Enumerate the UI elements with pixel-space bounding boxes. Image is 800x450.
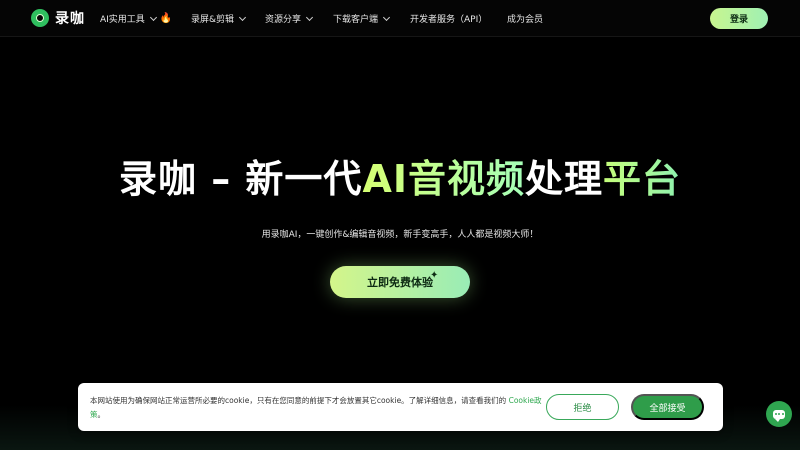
nav-item-label: 成为会员: [507, 15, 544, 25]
logo-text: 录咖: [55, 11, 85, 27]
try-free-label: 立即免费体验: [367, 276, 433, 289]
chevron-down-icon: [238, 13, 247, 21]
chevron-down-icon: [149, 13, 157, 21]
nav-item-label: 开发者服务（API）: [410, 15, 488, 25]
nav-item-label: 资源分享: [265, 15, 302, 25]
cookie-text: 本网站使用为确保网站正常运营所必要的cookie，只有在您同意的前提下才会放置其…: [90, 394, 545, 422]
nav-item-label: 录屏&剪辑: [191, 15, 235, 25]
cookie-message-end: 。: [97, 410, 106, 419]
chat-icon: [773, 409, 785, 422]
nav-item-developer-api[interactable]: 开发者服务（API）: [410, 12, 487, 25]
nav-item-label: AI实用工具: [100, 15, 145, 25]
try-free-button[interactable]: 立即免费体验 ✦: [330, 266, 470, 298]
cookie-banner: 本网站使用为确保网站正常运营所必要的cookie，只有在您同意的前提下才会放置其…: [78, 383, 723, 431]
logo-icon: [31, 9, 49, 27]
reject-button[interactable]: 拒绝: [546, 394, 619, 420]
hero-title: 录咖 – 新一代AI音视频处理平台: [0, 155, 800, 203]
sparkle-icon: ✦: [430, 270, 439, 281]
hero-title-part4: 平台: [603, 157, 682, 201]
logo[interactable]: 录咖: [31, 8, 85, 28]
chevron-down-icon: [305, 13, 314, 21]
hero-title-part1: 录咖 – 新一代: [118, 157, 363, 201]
fire-icon: 🔥: [159, 13, 173, 24]
login-button[interactable]: 登录: [710, 8, 768, 29]
cookie-message: 本网站使用为确保网站正常运营所必要的cookie，只有在您同意的前提下才会放置其…: [90, 396, 509, 405]
chat-button[interactable]: [766, 401, 792, 427]
chevron-down-icon: [382, 13, 391, 21]
nav-item-record-edit[interactable]: 录屏&剪辑: [191, 12, 247, 25]
top-nav: 录咖 AI实用工具 🔥 录屏&剪辑 资源分享 下载客户端 开发者服务（API） …: [0, 0, 800, 37]
nav-item-membership[interactable]: 成为会员: [507, 12, 543, 25]
nav-item-label: 下载客户端: [333, 15, 379, 25]
accept-all-button[interactable]: 全部接受: [631, 394, 704, 420]
hero-title-part3: 处理: [525, 157, 604, 201]
nav-item-download[interactable]: 下载客户端: [333, 12, 391, 25]
hero-title-part2: AI音视频: [362, 157, 525, 201]
hero-subtitle: 用录咖AI，一键创作&编辑音视频，新手变高手，人人都是视频大师！: [261, 230, 539, 240]
nav-item-ai-tools[interactable]: AI实用工具 🔥: [100, 12, 172, 25]
nav-item-resources[interactable]: 资源分享: [265, 12, 314, 25]
